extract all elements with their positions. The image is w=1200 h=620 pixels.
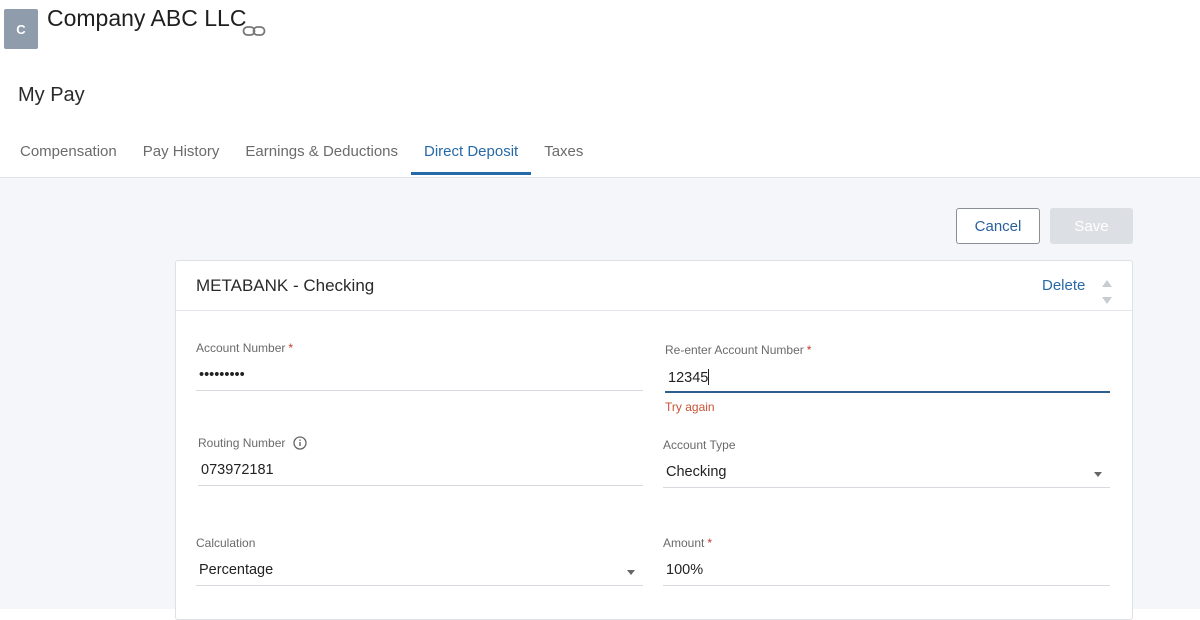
amount-field: Amount * 100% [663, 536, 1110, 586]
top-header: C Company ABC LLC My Pay Compensation Pa… [0, 0, 1200, 178]
account-type-select[interactable]: Checking [663, 460, 1110, 488]
page-title: My Pay [18, 84, 85, 106]
routing-number-label: Routing Number [198, 436, 286, 450]
bank-account-card: METABANK - Checking Delete Account Numbe… [175, 260, 1133, 620]
delete-button[interactable]: Delete [1042, 277, 1085, 294]
reenter-account-number-value: 12345 [668, 370, 709, 386]
required-marker: * [707, 536, 713, 550]
required-marker: * [288, 341, 294, 355]
save-button[interactable]: Save [1050, 208, 1133, 244]
amount-label: Amount [663, 536, 705, 550]
calculation-label: Calculation [196, 536, 256, 550]
company-avatar[interactable]: C [4, 9, 38, 49]
chevron-down-icon [1094, 472, 1102, 477]
account-number-input[interactable]: ••••••••• [196, 363, 643, 391]
account-type-field: Account Type Checking [663, 438, 1110, 488]
routing-number-field: Routing Number 073972181 [198, 436, 643, 486]
reenter-account-number-field: Re-enter Account Number * 12345 Try again [665, 343, 1110, 414]
routing-number-input[interactable]: 073972181 [198, 458, 643, 486]
account-type-value: Checking [666, 464, 727, 480]
info-icon[interactable] [293, 436, 307, 450]
calculation-field: Calculation Percentage [196, 536, 643, 586]
card-header: METABANK - Checking Delete [176, 261, 1132, 311]
company-name: Company ABC LLC [47, 5, 247, 31]
error-message: Try again [665, 400, 715, 414]
tab-taxes[interactable]: Taxes [531, 128, 596, 174]
tab-pay-history[interactable]: Pay History [130, 128, 233, 174]
account-number-field: Account Number * ••••••••• [196, 341, 643, 391]
bank-account-title: METABANK - Checking [196, 276, 375, 295]
calculation-select[interactable]: Percentage [196, 558, 643, 586]
reenter-account-number-input[interactable]: 12345 [665, 365, 1110, 393]
tab-direct-deposit[interactable]: Direct Deposit [411, 128, 532, 175]
link-icon[interactable] [242, 24, 266, 38]
direct-deposit-content: Cancel Save METABANK - Checking Delete A… [0, 178, 1200, 620]
tab-compensation[interactable]: Compensation [0, 128, 130, 174]
account-number-label: Account Number [196, 341, 286, 355]
text-caret [708, 369, 710, 385]
cancel-button[interactable]: Cancel [956, 208, 1040, 244]
pay-tabs: Compensation Pay History Earnings & Dedu… [0, 128, 596, 178]
reenter-account-number-label: Re-enter Account Number [665, 343, 804, 357]
sort-arrows-icon[interactable] [1101, 280, 1113, 304]
chevron-down-icon [627, 570, 635, 575]
required-marker: * [806, 343, 812, 357]
account-type-label: Account Type [663, 438, 736, 452]
amount-input[interactable]: 100% [663, 558, 1110, 586]
calculation-value: Percentage [199, 562, 274, 578]
tab-earnings-deductions[interactable]: Earnings & Deductions [232, 128, 411, 174]
